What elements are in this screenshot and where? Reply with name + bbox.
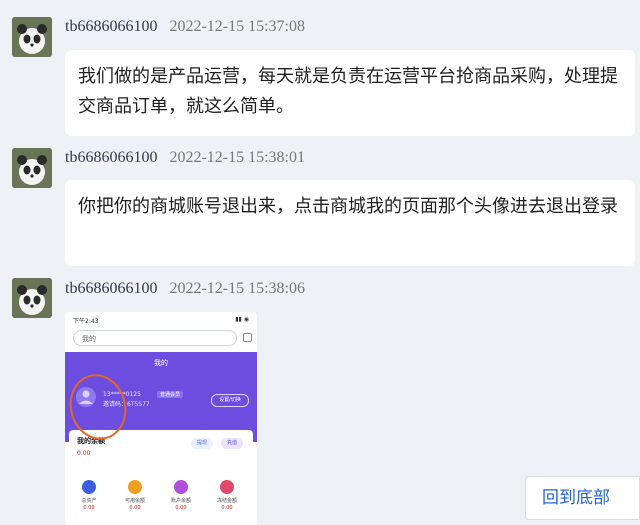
panda-avatar-icon [12, 148, 52, 188]
message-bubble: 你把你的商城账号退出来，点击商城我的页面那个头像进去退出登录 [65, 180, 635, 266]
user-id[interactable]: tb6686066100 [65, 149, 157, 166]
account-icon [174, 480, 188, 494]
phone-search-bar: 我的 [73, 330, 237, 346]
phone-shortcut: 可用余额 0.00 [115, 480, 155, 511]
message-meta: tb6686066100 2022-12-15 15:38:06 [65, 279, 305, 299]
phone-recharge-button: 充值 [221, 438, 243, 449]
phone-shortcut: 总资产 0.00 [69, 480, 109, 511]
timestamp: 2022-12-15 15:38:01 [169, 149, 305, 166]
user-id[interactable]: tb6686066100 [65, 280, 157, 297]
phone-shortcut: 账户余额 0.00 [161, 480, 201, 511]
user-avatar[interactable] [12, 278, 52, 318]
lock-icon [220, 480, 234, 494]
phone-shortcut-row: 总资产 0.00 可用余额 0.00 账户余额 0.00 冻结金额 0.00 [65, 480, 257, 525]
user-avatar[interactable] [12, 148, 52, 188]
timestamp: 2022-12-15 15:38:06 [169, 280, 305, 297]
wallet-icon [82, 480, 96, 494]
message-meta: tb6686066100 2022-12-15 15:37:08 [65, 17, 305, 37]
chart-icon [128, 480, 142, 494]
phone-header-title: 我的 [154, 359, 168, 367]
panda-avatar-icon [12, 278, 52, 318]
phone-member-tag: 普通会员 [157, 391, 184, 398]
message-bubble: 我们做的是产品运营，每天就是负责在运营平台抢商品采购，处理提交商品订单，就这么简… [65, 50, 635, 136]
phone-scan-icon [243, 333, 252, 342]
phone-withdraw-button: 提现 [191, 438, 213, 449]
phone-balance-value: 0.00 [77, 450, 91, 457]
user-avatar[interactable] [12, 17, 52, 57]
phone-status-icons: ▮▮ ◉ [235, 316, 249, 323]
message-meta: tb6686066100 2022-12-15 15:38:01 [65, 148, 305, 168]
back-to-bottom-button[interactable]: 回到底部 [525, 476, 640, 520]
user-id[interactable]: tb6686066100 [65, 18, 157, 35]
panda-avatar-icon [12, 17, 52, 57]
phone-status-time: 下午2:43 [73, 318, 99, 325]
timestamp: 2022-12-15 15:37:08 [169, 18, 305, 35]
phone-settings-button: 设置/切换 [211, 394, 249, 407]
phone-shortcut: 冻结金额 0.00 [207, 480, 247, 511]
